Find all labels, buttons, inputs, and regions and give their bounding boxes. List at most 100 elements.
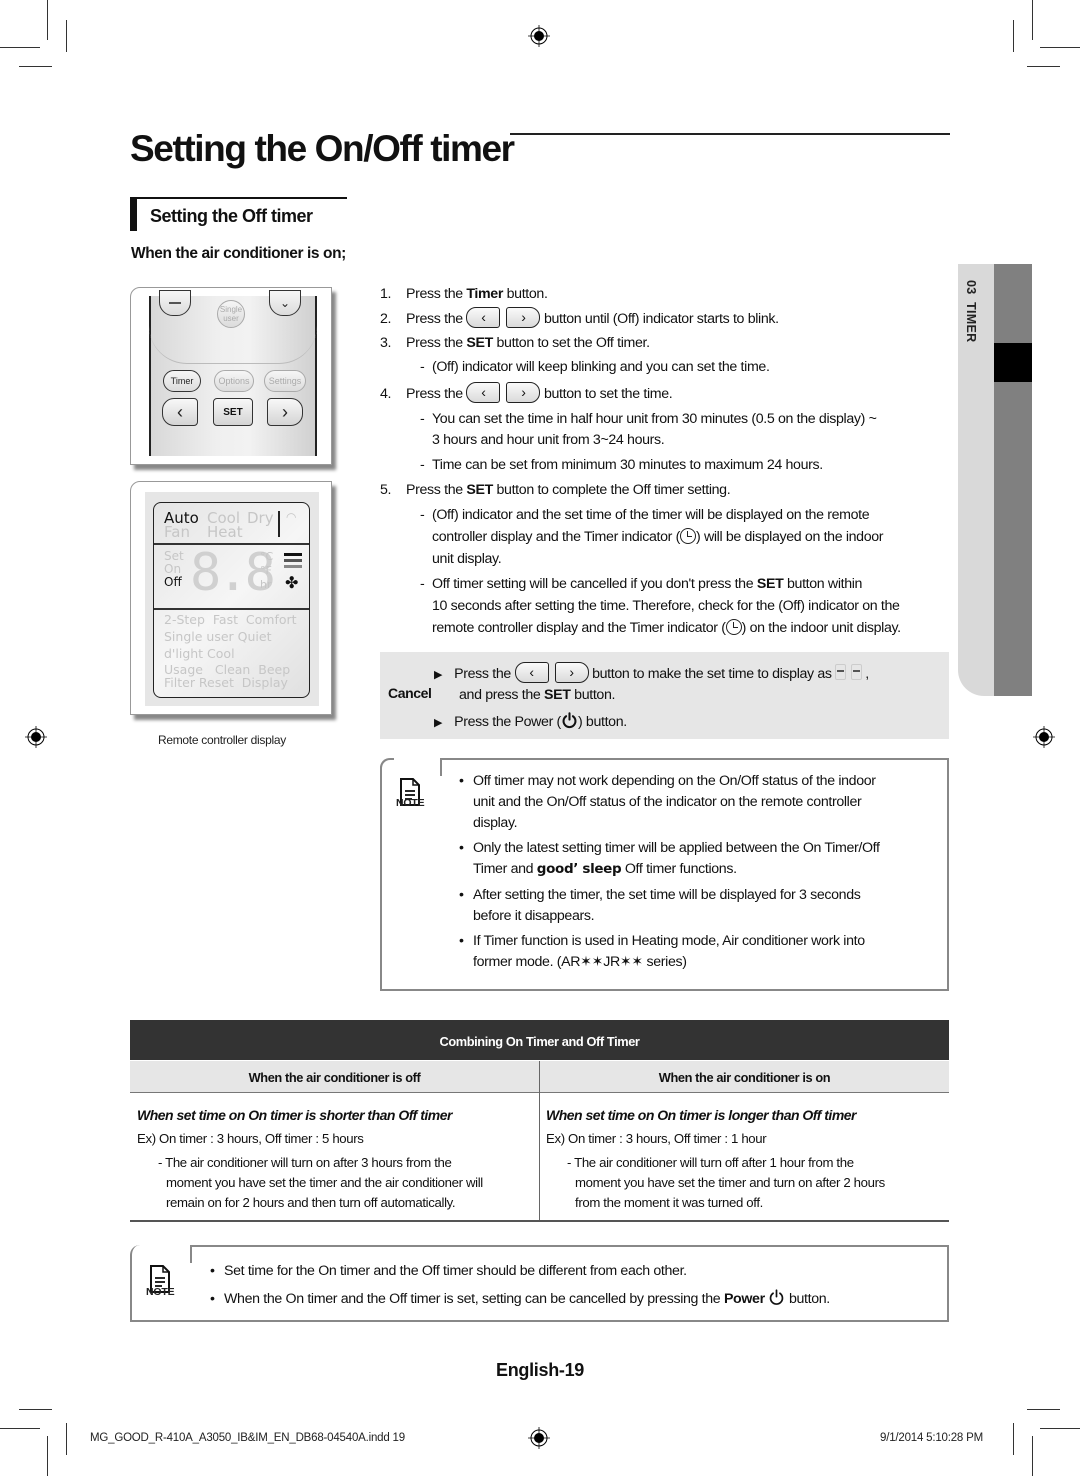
footer-filename: MG_GOOD_R-410A_A3050_IB&IM_EN_DB68-04540…	[90, 1432, 405, 1444]
chapter-number: 03	[964, 280, 978, 295]
bullet-dot: •	[210, 1291, 215, 1307]
cancel-text: and press the	[459, 687, 545, 703]
timer-set-label: Set	[164, 549, 184, 563]
chapter-tab-label: 03 TIMER	[964, 280, 978, 342]
footer-rule	[66, 1423, 67, 1455]
note-text: If Timer function is used in Heating mod…	[473, 933, 865, 949]
dash: -	[420, 576, 425, 592]
set-button-ref: SET	[466, 335, 493, 351]
crop-mark	[1013, 1423, 1014, 1455]
cancel-instruction: ▶ Press the Power () button.	[434, 712, 627, 730]
unit-celsius: °C	[260, 550, 274, 563]
set-button-ref: SET	[756, 576, 784, 592]
note-text: unit and the On/Off status of the indica…	[473, 794, 862, 810]
registration-mark-icon	[528, 25, 550, 47]
dash: -	[420, 457, 425, 473]
section-title: Setting the Off timer	[150, 206, 313, 226]
triangle-bullet-icon: ▶	[434, 717, 443, 729]
table-header-off: When the air conditioner is off	[130, 1061, 539, 1093]
option-row: Filter Reset Display	[164, 675, 288, 690]
table-cell-desc: - The air conditioner will turn off afte…	[567, 1155, 854, 1170]
remote-control-illustration: Single user ⌄ Timer Options Settings ‹ SE…	[130, 287, 332, 465]
step-text: Press the	[406, 311, 467, 327]
bullet-dot: •	[459, 887, 464, 903]
unit-hour: hr	[260, 578, 272, 591]
bullet-dot: •	[459, 773, 464, 789]
note-text: Off timer may not work depending on the …	[473, 773, 876, 789]
crop-mark	[1032, 1436, 1033, 1476]
cancel-instruction: ▶ Press the ‹ › button to make the set tim…	[434, 662, 869, 684]
left-button-illustration: ‹	[162, 398, 198, 426]
table-cell-desc: - The air conditioner will turn on after…	[158, 1155, 452, 1170]
note-label: NOTE	[146, 1286, 175, 1298]
bullet-dot: •	[459, 933, 464, 949]
note-text: ) will be displayed on the indoor	[695, 529, 884, 545]
note-text: 10 seconds after setting the time. There…	[432, 598, 900, 614]
right-arrow-button-icon: ›	[506, 382, 541, 404]
table-cell-example: Ex) On timer : 3 hours, Off timer : 1 ho…	[546, 1131, 767, 1146]
section-rule	[137, 197, 347, 199]
note-box	[130, 1245, 949, 1322]
table-cell-title: When set time on On timer is longer than…	[546, 1107, 857, 1123]
single-user-button-illustration: Single user	[217, 300, 245, 328]
table-divider	[539, 1061, 540, 1221]
bullet-dot: •	[459, 840, 464, 856]
crop-mark	[66, 20, 67, 52]
table-cell-desc: moment you have set the timer and the ai…	[166, 1175, 483, 1190]
power-icon	[770, 1289, 784, 1305]
set-button-ref: SET	[466, 482, 493, 498]
step-number: 5.	[380, 482, 392, 498]
set-button-illustration: SET	[213, 398, 253, 426]
note-text: Off timer functions.	[621, 861, 737, 877]
bullet-dot: •	[210, 1263, 215, 1279]
step-text: Press the	[406, 482, 467, 498]
single-user-label: user	[223, 314, 239, 323]
note-divider	[440, 758, 442, 776]
table-cell-title: When set time on On timer is shorter tha…	[137, 1107, 452, 1123]
chapter-name: TIMER	[964, 302, 978, 343]
footer-timestamp: 9/1/2014 5:10:28 PM	[880, 1432, 983, 1444]
section-marker	[130, 197, 137, 231]
note-text: controller display and the Timer indicat…	[432, 529, 680, 545]
fan-icon: ✤	[285, 573, 299, 592]
note-text: (Off) indicator and the set time of the …	[432, 507, 870, 523]
timer-button-illustration: Timer	[163, 370, 201, 392]
dash-display-icon	[835, 664, 865, 680]
note-text: former mode. (AR✶✶JR✶✶ series)	[473, 954, 687, 970]
note-border	[440, 758, 949, 760]
step-number: 1.	[380, 286, 392, 302]
right-arrow-button-icon: ›	[554, 662, 589, 684]
note-text: Off timer setting will be cancelled if y…	[432, 576, 757, 592]
left-arrow-button-icon: ‹	[466, 382, 501, 404]
registration-mark-icon	[25, 726, 47, 748]
table-title: Combining On Timer and Off Timer	[130, 1020, 949, 1060]
crop-mark	[1032, 0, 1033, 40]
registration-mark-icon	[528, 1427, 550, 1449]
title-rule	[510, 133, 950, 135]
note-text: button within	[783, 576, 863, 592]
timer-on-label: On	[164, 562, 182, 576]
table-cell-desc: moment you have set the timer and turn o…	[575, 1175, 885, 1190]
dash: -	[420, 359, 425, 375]
down-button-illustration: ⌄	[269, 290, 301, 316]
crop-mark	[47, 0, 48, 40]
page-title: Setting the On/Off timer	[130, 128, 515, 169]
crop-mark	[1013, 20, 1014, 52]
mode-heat: Heat	[207, 523, 243, 541]
registration-mark-icon	[1033, 726, 1055, 748]
option-row: 2-Step Fast Comfort	[164, 612, 297, 627]
table-bottom-rule	[130, 1220, 949, 1222]
crop-mark	[0, 1428, 40, 1429]
cancel-box: Cancel ▶ Press the ‹ › button to make the …	[380, 652, 949, 739]
step-text: Press the	[406, 286, 467, 302]
note-text: When the On timer and the Off timer is s…	[224, 1291, 724, 1307]
note-label: NOTE	[396, 797, 425, 809]
chapter-tab-marker	[994, 343, 1032, 382]
crop-mark	[19, 66, 52, 67]
note-text: Only the latest setting timer will be ap…	[473, 840, 880, 856]
step-number: 4.	[380, 386, 392, 402]
triangle-bullet-icon: ▶	[434, 669, 443, 681]
right-button-illustration: ›	[267, 398, 303, 426]
option-row: d'light Cool	[164, 646, 235, 661]
note-text: You can set the time in half hour unit f…	[432, 411, 877, 427]
